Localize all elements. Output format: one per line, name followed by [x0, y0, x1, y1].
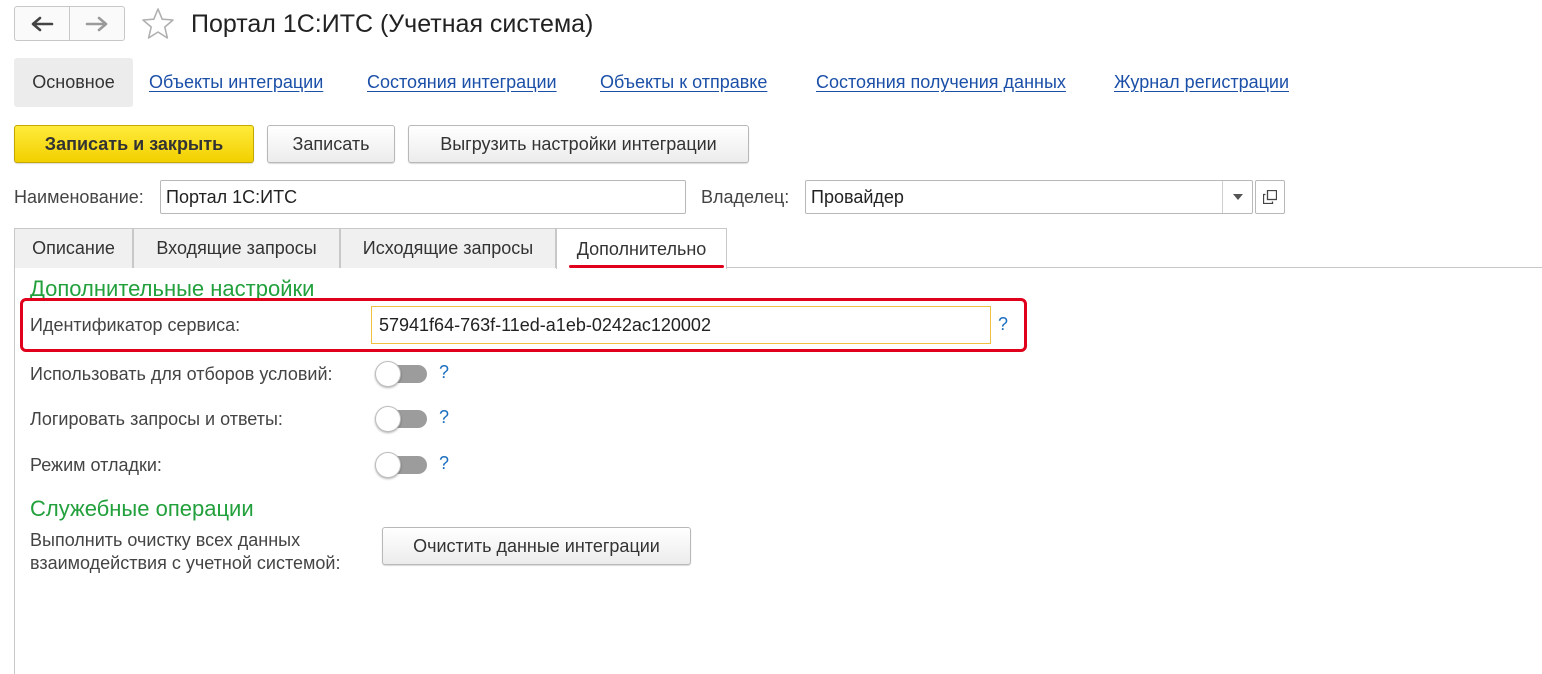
tab-incoming-requests[interactable]: Входящие запросы: [133, 228, 340, 268]
log-requests-help[interactable]: ?: [439, 407, 449, 428]
panel-link-data-receive-states[interactable]: Состояния получения данных: [816, 58, 1066, 107]
owner-dropdown-button[interactable]: [1222, 181, 1252, 213]
back-button[interactable]: [15, 7, 69, 40]
clear-description-line2: взаимодействия с учетной системой:: [30, 553, 341, 573]
favorite-button[interactable]: [140, 6, 176, 42]
clear-integration-data-button[interactable]: Очистить данные интеграции: [382, 527, 691, 565]
tab-content-border: [14, 267, 15, 674]
tab-additional[interactable]: Дополнительно: [556, 228, 727, 269]
save-button[interactable]: Записать: [267, 125, 395, 163]
service-operations-title: Служебные операции: [30, 496, 254, 521]
owner-open-button[interactable]: [1255, 180, 1285, 214]
open-window-icon: [1263, 190, 1277, 204]
forward-button[interactable]: [69, 7, 124, 40]
panel-link-event-log[interactable]: Журнал регистрации: [1114, 58, 1289, 107]
panel-link-objects-to-send[interactable]: Объекты к отправке: [600, 58, 767, 107]
service-id-label: Идентификатор сервиса:: [30, 315, 241, 335]
arrow-right-icon: [85, 16, 108, 31]
history-nav-group: [14, 6, 125, 41]
save-and-close-button[interactable]: Записать и закрыть: [14, 125, 254, 163]
name-field[interactable]: Портал 1С:ИТС: [160, 180, 686, 214]
name-label: Наименование:: [14, 187, 144, 207]
arrow-left-icon: [31, 16, 54, 31]
clear-description-line1: Выполнить очистку всех данных: [30, 530, 301, 550]
use-for-filters-label: Использовать для отборов условий:: [30, 364, 333, 384]
tab-outgoing-requests[interactable]: Исходящие запросы: [340, 228, 556, 268]
panel-link-integration-states[interactable]: Состояния интеграции: [367, 58, 557, 107]
tab-active-underline: [569, 265, 724, 268]
service-id-field[interactable]: 57941f64-763f-11ed-a1eb-0242ac120002: [371, 306, 991, 344]
debug-mode-label: Режим отладки:: [30, 455, 162, 475]
service-id-help[interactable]: ?: [998, 314, 1008, 335]
debug-mode-help[interactable]: ?: [439, 453, 449, 474]
owner-value: Провайдер: [811, 187, 904, 207]
export-settings-button[interactable]: Выгрузить настройки интеграции: [408, 125, 749, 163]
tab-description[interactable]: Описание: [14, 228, 133, 268]
window-title: Портал 1С:ИТС (Учетная система): [191, 10, 594, 38]
use-for-filters-toggle[interactable]: [375, 361, 427, 387]
star-icon: [142, 8, 174, 39]
use-for-filters-help[interactable]: ?: [439, 362, 449, 383]
panel-link-integration-objects[interactable]: Объекты интеграции: [149, 58, 323, 107]
debug-mode-toggle[interactable]: [375, 452, 427, 478]
panel-item-main[interactable]: Основное: [14, 58, 133, 107]
log-requests-toggle[interactable]: [375, 406, 427, 432]
triangle-down-icon: [1232, 194, 1243, 200]
owner-field[interactable]: Провайдер: [805, 180, 1253, 214]
log-requests-label: Логировать запросы и ответы:: [30, 409, 283, 429]
owner-label: Владелец:: [701, 187, 790, 207]
